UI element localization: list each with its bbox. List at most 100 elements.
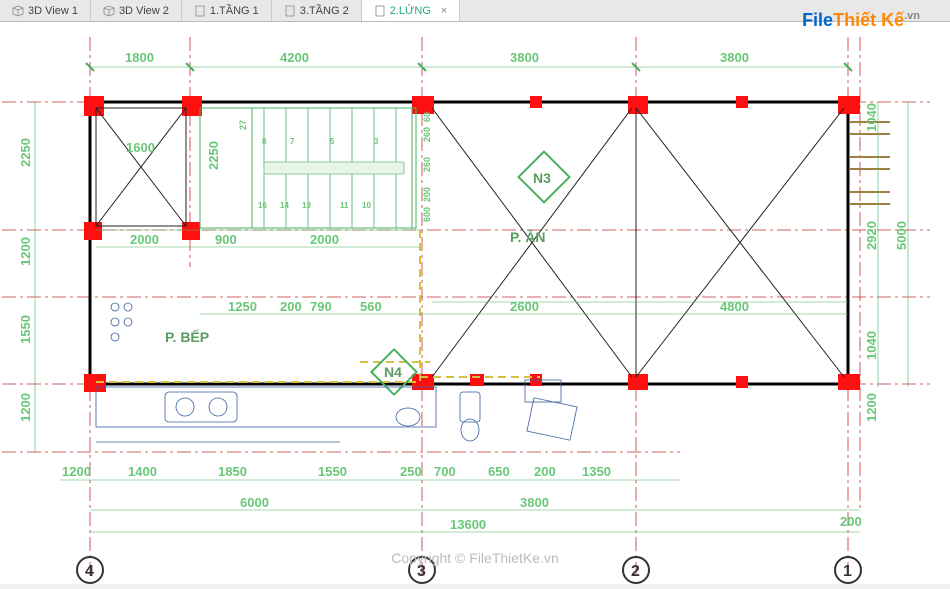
copyright-watermark: Copyright © FileThietKe.vn [391,550,559,566]
tab-label: 3D View 1 [28,5,78,17]
svg-text:5: 5 [330,137,335,146]
svg-text:N4: N4 [384,364,402,380]
close-icon[interactable]: × [441,5,447,17]
svg-text:1350: 1350 [582,464,611,479]
column [84,222,102,240]
svg-text:8: 8 [262,137,267,146]
dim-mid: 2000 900 2000 [96,232,420,247]
svg-text:N3: N3 [533,170,551,186]
svg-text:200: 200 [280,299,302,314]
dim-wall: 1250 200 790 560 2600 4800 [200,299,848,314]
drawing-canvas[interactable]: 16 14 13 11 10 8 7 5 3 N3 N4 P. BẾP P. Ă… [0,22,950,584]
svg-text:4: 4 [85,563,94,580]
dim-bot3: 13600 [90,517,860,532]
marker-n3: N3 [519,152,570,203]
svg-text:1: 1 [843,563,852,580]
svg-text:560: 560 [360,299,382,314]
column [84,96,104,116]
column [736,96,748,108]
column [838,374,860,390]
doc-icon [194,5,206,17]
svg-text:3800: 3800 [520,495,549,510]
svg-text:1550: 1550 [318,464,347,479]
svg-text:13600: 13600 [450,517,486,532]
svg-text:60: 60 [422,112,432,122]
tab-tang2[interactable]: 3.TẦNG 2 [272,0,362,21]
svg-text:2: 2 [631,563,640,580]
column [412,96,434,114]
svg-text:200: 200 [422,187,432,202]
svg-text:790: 790 [310,299,332,314]
svg-text:2600: 2600 [510,299,539,314]
svg-text:200: 200 [840,514,862,529]
dim: 2250 [206,141,221,170]
dim-bot1: 1200 1400 1850 1550 250 700 650 200 1350 [60,464,680,480]
svg-text:14: 14 [280,201,289,210]
svg-text:260: 260 [422,127,432,142]
marker-n4: N4 [371,349,416,394]
void-area-right [432,108,844,377]
room-label-an: P. ĂN [510,229,546,245]
svg-text:27: 27 [238,120,248,130]
svg-text:1200: 1200 [62,464,91,479]
column [736,376,748,388]
tab-label: 3.TẦNG 2 [300,5,349,17]
column [470,374,484,386]
svg-text:250: 250 [400,464,422,479]
cube-icon [103,5,115,17]
tab-tang1[interactable]: 1.TẦNG 1 [182,0,272,21]
svg-text:3800: 3800 [720,50,749,65]
svg-text:1040: 1040 [864,331,879,360]
svg-text:6000: 6000 [240,495,269,510]
svg-text:650: 650 [488,464,510,479]
svg-text:1200: 1200 [864,393,879,422]
svg-text:11: 11 [340,201,349,210]
svg-text:2000: 2000 [310,232,339,247]
svg-text:1200: 1200 [18,393,33,422]
doc-icon [284,5,296,17]
dim-top: 1800 4200 3800 3800 [86,50,852,71]
svg-text:2250: 2250 [18,138,33,167]
tab-3dview1[interactable]: 3D View 1 [0,0,91,21]
svg-text:13: 13 [302,201,311,210]
svg-text:5000: 5000 [894,221,909,250]
svg-text:900: 900 [215,232,237,247]
svg-text:200: 200 [534,464,556,479]
tab-label: 2.LỬNG [390,5,431,17]
svg-text:260: 260 [422,157,432,172]
svg-text:600: 600 [422,207,432,222]
svg-text:16: 16 [258,201,267,210]
svg-text:2920: 2920 [864,221,879,250]
doc-icon [374,5,386,17]
svg-text:700: 700 [434,464,456,479]
svg-text:7: 7 [290,137,295,146]
tab-3dview2[interactable]: 3D View 2 [91,0,182,21]
dim-left: 2250 1200 1550 1200 [18,102,35,452]
svg-text:4200: 4200 [280,50,309,65]
svg-text:4800: 4800 [720,299,749,314]
svg-text:1040: 1040 [864,103,879,132]
tab-lung[interactable]: 2.LỬNG × [362,0,461,21]
tab-label: 1.TẦNG 1 [210,5,259,17]
column [182,96,202,116]
svg-text:2000: 2000 [130,232,159,247]
watermark-logo: FileThiết Kế.vn [802,10,920,31]
svg-text:3800: 3800 [510,50,539,65]
window-right [850,122,890,204]
cube-icon [12,5,24,17]
svg-text:1800: 1800 [125,50,154,65]
dim: 1600 [126,140,155,155]
svg-text:1850: 1850 [218,464,247,479]
svg-text:10: 10 [362,201,371,210]
room-label-bep: P. BẾP [165,329,209,345]
dim-right: 1040 2920 1040 5000 1200 [864,102,909,422]
tab-label: 3D View 2 [119,5,169,17]
svg-text:1550: 1550 [18,315,33,344]
svg-text:1400: 1400 [128,464,157,479]
svg-text:1200: 1200 [18,237,33,266]
staircase: 16 14 13 11 10 8 7 5 3 [200,108,416,228]
void-area [96,108,186,226]
svg-text:3: 3 [374,137,379,146]
column [530,96,542,108]
svg-text:1250: 1250 [228,299,257,314]
